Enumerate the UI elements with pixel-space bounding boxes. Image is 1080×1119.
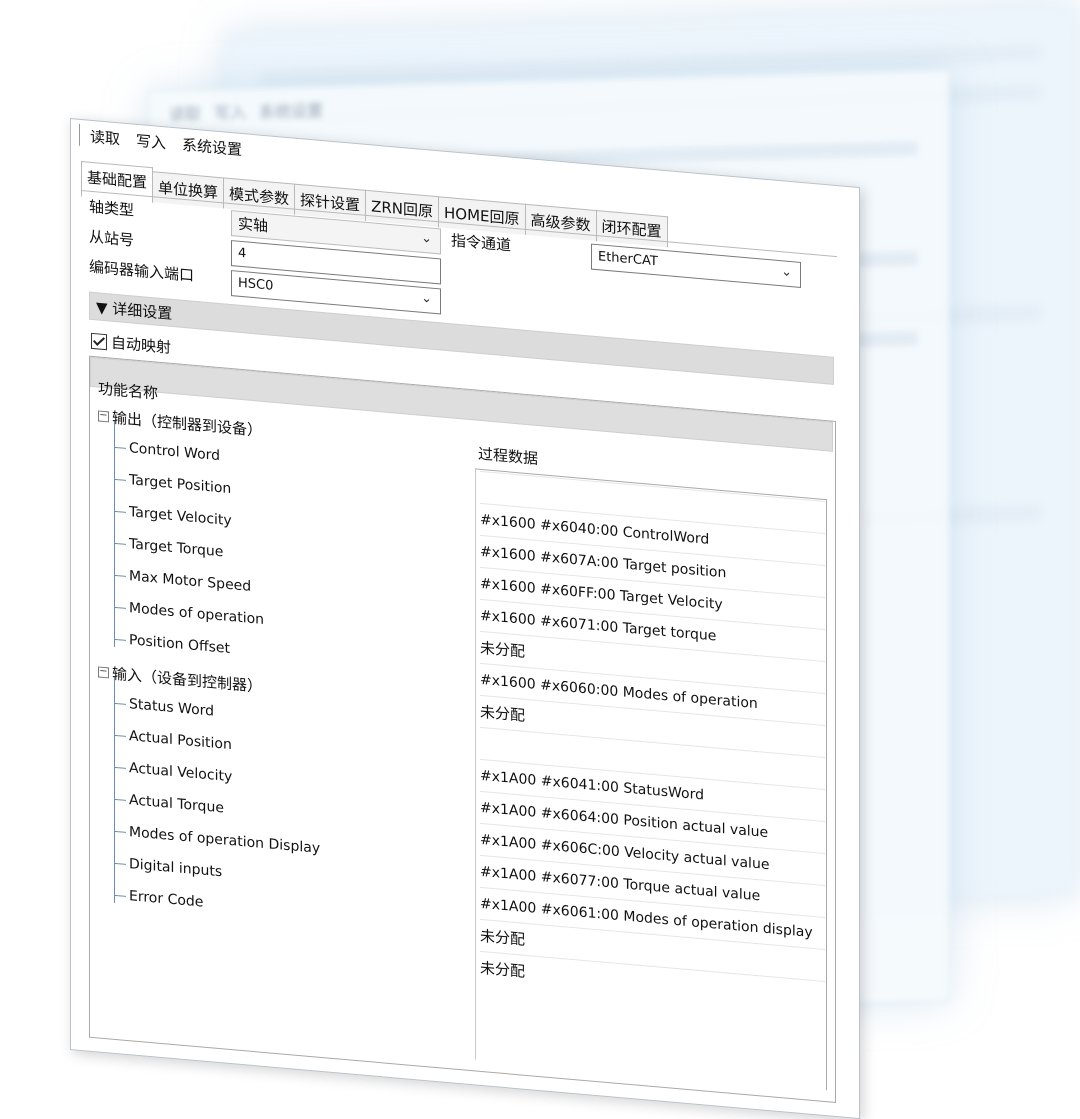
collapse-icon[interactable]: −: [98, 410, 109, 423]
chevron-down-icon: ⌄: [421, 290, 432, 307]
tree-item-label: Position Offset: [129, 632, 231, 658]
tree-item[interactable]: Digital inputs: [114, 855, 222, 880]
tree-item[interactable]: Target Torque: [114, 535, 224, 561]
menu-read[interactable]: 读取: [90, 125, 120, 149]
tree-item-label: Error Code: [129, 888, 204, 911]
tree-item[interactable]: Actual Position: [114, 727, 232, 753]
command-channel-label: 指令通道: [451, 231, 512, 255]
auto-map-checkbox-row[interactable]: 自动映射: [91, 330, 171, 358]
auto-map-checkbox[interactable]: [91, 332, 107, 350]
tree-item-label: Control Word: [129, 440, 221, 465]
axis-type-value: 实轴: [238, 214, 269, 236]
tree-item-label: Target Position: [129, 472, 232, 498]
encoder-port-value: HSC0: [238, 275, 274, 294]
tree-item-label: Actual Torque: [129, 792, 224, 817]
tree-item[interactable]: Status Word: [114, 695, 214, 720]
tree-item[interactable]: Target Velocity: [114, 503, 232, 529]
pdo-mapping-tree: 功能名称 过程数据 − 输出（控制器到设备） Control Word Targ…: [89, 355, 836, 1104]
collapse-icon[interactable]: −: [98, 666, 109, 679]
tab-panel-basic-config: 轴类型 实轴 ⌄ 从站号 4 编码器输入端口 HSC0 ⌄ 指令通道 Ether…: [81, 189, 837, 1108]
tree-item-label: Status Word: [129, 696, 215, 720]
encoder-port-label: 编码器输入端口: [89, 257, 195, 285]
menu-write[interactable]: 写入: [136, 129, 166, 153]
chevron-down-icon: ⌄: [421, 230, 432, 247]
menu-bar: 读取 写入 系统设置: [71, 119, 258, 165]
tree-item[interactable]: Modes of operation: [114, 599, 264, 628]
tree-item-label: Modes of operation Display: [129, 824, 321, 857]
command-channel-select[interactable]: EtherCAT ⌄: [591, 243, 801, 288]
function-name-header: 功能名称: [98, 379, 159, 403]
tree-item[interactable]: Actual Torque: [114, 791, 224, 817]
tree-item[interactable]: Target Position: [114, 471, 231, 497]
axis-config-window: 读取 写入 系统设置 基础配置 单位换算 模式参数 探针设置 ZRN回原 HOM…: [70, 118, 860, 1119]
axis-type-label: 轴类型: [89, 197, 135, 220]
tree-item[interactable]: Control Word: [114, 439, 220, 464]
tree-group-output-label: 输出（控制器到设备）: [112, 408, 263, 440]
tree-group-input-label: 输入（设备到控制器）: [112, 664, 263, 696]
tree-item-label: Target Velocity: [129, 504, 232, 530]
tree-group-input[interactable]: − 输入（设备到控制器）: [98, 661, 262, 696]
slave-number-value: 4: [238, 245, 247, 262]
tree-item[interactable]: Position Offset: [114, 631, 230, 657]
toolbar-grip[interactable]: [71, 123, 80, 146]
chevron-down-icon: ⌄: [781, 264, 792, 281]
auto-map-label: 自动映射: [111, 333, 172, 357]
tree-item-label: Modes of operation: [129, 600, 265, 628]
tree-item-label: Digital inputs: [129, 856, 223, 881]
tree-item-label: Actual Position: [129, 728, 232, 754]
tree-item[interactable]: Max Motor Speed: [114, 567, 251, 595]
slave-number-label: 从站号: [89, 227, 135, 250]
menu-system-settings[interactable]: 系统设置: [182, 133, 242, 159]
tree-item[interactable]: Modes of operation Display: [114, 823, 320, 857]
tree-item-label: Max Motor Speed: [129, 568, 252, 595]
tree-item[interactable]: Actual Velocity: [114, 759, 232, 785]
tree-item-label: Actual Velocity: [129, 760, 233, 786]
process-data-header: 过程数据: [478, 444, 539, 468]
command-channel-value: EtherCAT: [598, 249, 658, 270]
tree-item-label: Target Torque: [129, 536, 224, 561]
tree-group-output[interactable]: − 输出（控制器到设备）: [98, 405, 262, 440]
tree-item[interactable]: Error Code: [114, 887, 203, 911]
